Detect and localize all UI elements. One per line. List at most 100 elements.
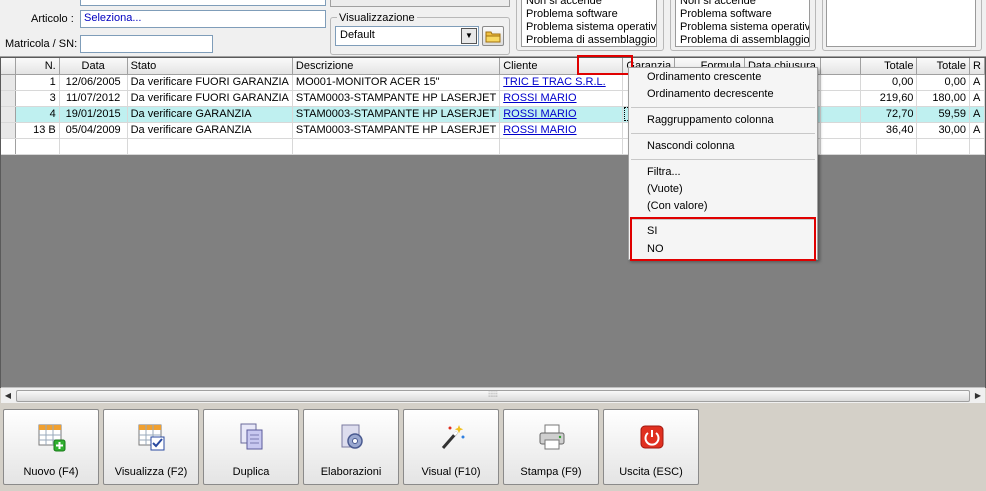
cliente-link[interactable]: TRIC E TRAC S.R.L. [503,76,605,88]
top-button-partial[interactable] [330,0,510,7]
cell-data[interactable]: 05/04/2009 [59,122,128,139]
row-indicator[interactable] [1,106,16,123]
cell-cliente[interactable]: TRIC E TRAC S.R.L. [499,74,624,91]
list-item[interactable]: Problema software [680,8,809,21]
problem-list-1[interactable]: Non si accende Problema software Problem… [521,0,657,47]
cell-totale-2[interactable]: 180,00 [916,90,970,107]
cell-empty[interactable] [916,138,970,155]
list-item[interactable]: Problema di assemblaggio [680,34,809,46]
row-indicator[interactable] [1,90,16,107]
visualizza-button[interactable]: Visualizza (F2) [103,409,199,485]
cell-n[interactable]: 3 [15,90,60,107]
cell-data[interactable]: 19/01/2015 [59,106,128,123]
cell-stato[interactable]: Da verificare GARANZIA [127,122,293,139]
list-item[interactable]: Problema di assemblaggio [526,34,656,46]
menu-item-sort-asc[interactable]: Ordinamento crescente [647,71,761,83]
menu-item-si[interactable]: SI [647,225,657,237]
col-header-r[interactable]: R [969,58,985,75]
menu-item-hide[interactable]: Nascondi colonna [647,140,734,152]
cell-descrizione[interactable]: STAM0003-STAMPANTE HP LASERJET [292,106,501,123]
list-item[interactable]: Problema sistema operativo [526,21,656,34]
col-header-totale-2[interactable]: Totale [916,58,970,75]
data-grid[interactable]: N. Data Stato Descrizione Cliente Garanz… [0,57,986,388]
cell-cliente[interactable]: ROSSI MARIO [499,106,624,123]
cell-cliente[interactable]: ROSSI MARIO [499,122,624,139]
cell-descrizione[interactable]: STAM0003-STAMPANTE HP LASERJET [292,122,501,139]
scroll-left-icon[interactable]: ◀ [1,389,15,403]
cell-n[interactable]: 1 [15,74,60,91]
chevron-down-icon[interactable]: ▼ [461,28,477,44]
list-item[interactable]: Problema sistema operativo [680,21,809,34]
cell-totale-2[interactable]: 59,59 [916,106,970,123]
cell-descrizione[interactable]: STAM0003-STAMPANTE HP LASERJET [292,90,501,107]
cell-r[interactable]: A [969,122,985,139]
scroll-thumb[interactable]: ⁞⁞⁞⁞⁞ [16,390,970,402]
cliente-link[interactable]: ROSSI MARIO [503,92,576,104]
cell-empty[interactable] [127,138,293,155]
menu-item-sort-desc[interactable]: Ordinamento decrescente [647,88,774,100]
cliente-link[interactable]: ROSSI MARIO [503,124,576,136]
menu-item-with-value[interactable]: (Con valore) [647,200,708,212]
table-row[interactable]: 13 B 05/04/2009 Da verificare GARANZIA S… [1,122,985,139]
table-row[interactable]: 3 11/07/2012 Da verificare FUORI GARANZI… [1,90,985,107]
menu-item-group[interactable]: Raggruppamento colonna [647,114,774,126]
problem-list-2[interactable]: Non si accende Problema software Problem… [675,0,810,47]
table-row-new[interactable] [1,138,985,155]
matricola-field[interactable] [80,35,213,53]
cliente-link[interactable]: ROSSI MARIO [503,108,576,120]
cell-r[interactable]: A [969,90,985,107]
menu-item-no[interactable]: NO [647,243,664,255]
articolo-field[interactable]: Seleziona... [80,10,326,28]
cell-totale-1[interactable]: 72,70 [860,106,918,123]
col-header-descrizione[interactable]: Descrizione [292,58,501,75]
cell-stato[interactable]: Da verificare FUORI GARANZIA [127,74,293,91]
visual-button[interactable]: Visual (F10) [403,409,499,485]
cell-data[interactable]: 11/07/2012 [59,90,128,107]
top-field-partial[interactable] [80,0,326,6]
nuovo-button[interactable]: Nuovo (F4) [3,409,99,485]
elaborazioni-button[interactable]: Elaborazioni [303,409,399,485]
cell-empty[interactable] [969,138,985,155]
cell-empty[interactable] [59,138,128,155]
extra-list[interactable] [826,0,976,47]
cell-empty[interactable] [860,138,918,155]
cell-n[interactable]: 13 B [15,122,60,139]
cell-n[interactable]: 4 [15,106,60,123]
list-item[interactable]: Non si accende [680,0,809,8]
row-indicator[interactable] [1,74,16,91]
cell-cliente[interactable]: ROSSI MARIO [499,90,624,107]
visualizzazione-select[interactable]: Default ▼ [335,26,479,46]
row-indicator[interactable] [1,122,16,139]
cell-totale-2[interactable]: 0,00 [916,74,970,91]
duplica-button[interactable]: Duplica [203,409,299,485]
cell-r[interactable]: A [969,74,985,91]
list-item[interactable]: Non si accende [526,0,656,8]
row-indicator[interactable] [1,138,16,155]
cell-r[interactable]: A [969,106,985,123]
folder-button[interactable] [482,26,504,46]
col-header-data[interactable]: Data [59,58,128,75]
cell-empty[interactable] [292,138,501,155]
cell-totale-1[interactable]: 0,00 [860,74,918,91]
horizontal-scrollbar[interactable]: ◀ ⁞⁞⁞⁞⁞ ▶ [1,387,985,403]
cell-stato[interactable]: Da verificare GARANZIA [127,106,293,123]
stampa-button[interactable]: Stampa (F9) [503,409,599,485]
col-header-n[interactable]: N. [15,58,60,75]
uscita-button[interactable]: Uscita (ESC) [603,409,699,485]
cell-data[interactable]: 12/06/2005 [59,74,128,91]
cell-descrizione[interactable]: MO001-MONITOR ACER 15" [292,74,501,91]
table-row[interactable]: 1 12/06/2005 Da verificare FUORI GARANZI… [1,74,985,91]
cell-totale-2[interactable]: 30,00 [916,122,970,139]
cell-empty[interactable] [15,138,60,155]
table-row-selected[interactable]: 4 19/01/2015 Da verificare GARANZIA STAM… [1,106,985,123]
col-header-totale-1[interactable]: Totale [860,58,918,75]
col-header-stato[interactable]: Stato [127,58,293,75]
cell-totale-1[interactable]: 36,40 [860,122,918,139]
cell-totale-1[interactable]: 219,60 [860,90,918,107]
scroll-right-icon[interactable]: ▶ [971,389,985,403]
menu-item-empty[interactable]: (Vuote) [647,183,683,195]
col-header-cliente[interactable]: Cliente [499,58,624,75]
cell-stato[interactable]: Da verificare FUORI GARANZIA [127,90,293,107]
cell-empty[interactable] [499,138,624,155]
list-item[interactable]: Problema software [526,8,656,21]
